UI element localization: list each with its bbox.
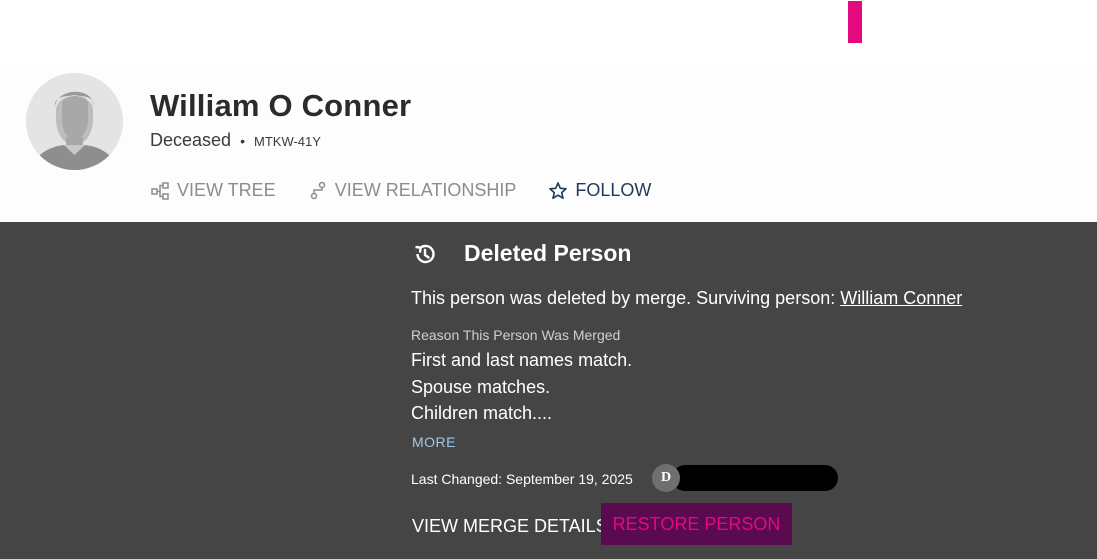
separator: •: [240, 133, 245, 149]
reason-line: Children match....: [411, 403, 553, 423]
follow-label: FOLLOW: [575, 180, 652, 200]
top-strip: [0, 0, 1097, 70]
last-changed: Last Changed: September 19, 2025: [411, 471, 633, 487]
avatar: [26, 73, 123, 170]
life-status: Deceased: [150, 130, 232, 150]
star-outline-icon: [549, 181, 568, 199]
surviving-person-link[interactable]: William Conner: [840, 288, 962, 308]
view-tree-label: VIEW TREE: [177, 180, 276, 200]
contributor-avatar[interactable]: D: [652, 464, 680, 492]
follow-button[interactable]: FOLLOW: [548, 180, 651, 201]
contributor[interactable]: D: [652, 464, 838, 492]
restore-person-button[interactable]: RESTORE PERSON: [601, 503, 792, 545]
reason-label: Reason This Person Was Merged: [411, 327, 621, 343]
reason-text: First and last names match. Spouse match…: [411, 347, 632, 427]
deleted-panel-header: Deleted Person: [412, 240, 631, 267]
redacted-contributor-name: [672, 465, 838, 491]
relationship-icon: [310, 181, 325, 199]
history-icon: [415, 244, 435, 263]
merge-message-text: This person was deleted by merge. Surviv…: [411, 288, 841, 308]
view-tree-button[interactable]: VIEW TREE: [150, 180, 276, 201]
view-merge-details-button[interactable]: VIEW MERGE DETAILS: [412, 516, 608, 537]
tree-icon: [151, 181, 169, 200]
person-actions: VIEW TREE VIEW RELATIONSHIP FOLLOW: [150, 180, 683, 201]
person-silhouette-icon: [26, 73, 123, 170]
person-name: William O Conner: [150, 88, 412, 123]
view-relationship-button[interactable]: VIEW RELATIONSHIP: [308, 180, 517, 201]
view-relationship-label: VIEW RELATIONSHIP: [334, 180, 517, 200]
more-link[interactable]: MORE: [412, 434, 456, 450]
deleted-person-panel: Deleted Person This person was deleted b…: [0, 222, 1097, 559]
person-status-line: Deceased • MTKW-41Y: [150, 130, 321, 151]
deleted-panel-title: Deleted Person: [464, 240, 632, 266]
merge-message: This person was deleted by merge. Surviv…: [411, 288, 962, 309]
reason-line: Spouse matches.: [411, 376, 551, 397]
person-header: William O Conner Deceased • MTKW-41Y VIE…: [0, 70, 1097, 222]
accent-marker: [848, 1, 862, 43]
reason-line: First and last names match.: [411, 350, 633, 370]
person-id[interactable]: MTKW-41Y: [254, 134, 321, 149]
